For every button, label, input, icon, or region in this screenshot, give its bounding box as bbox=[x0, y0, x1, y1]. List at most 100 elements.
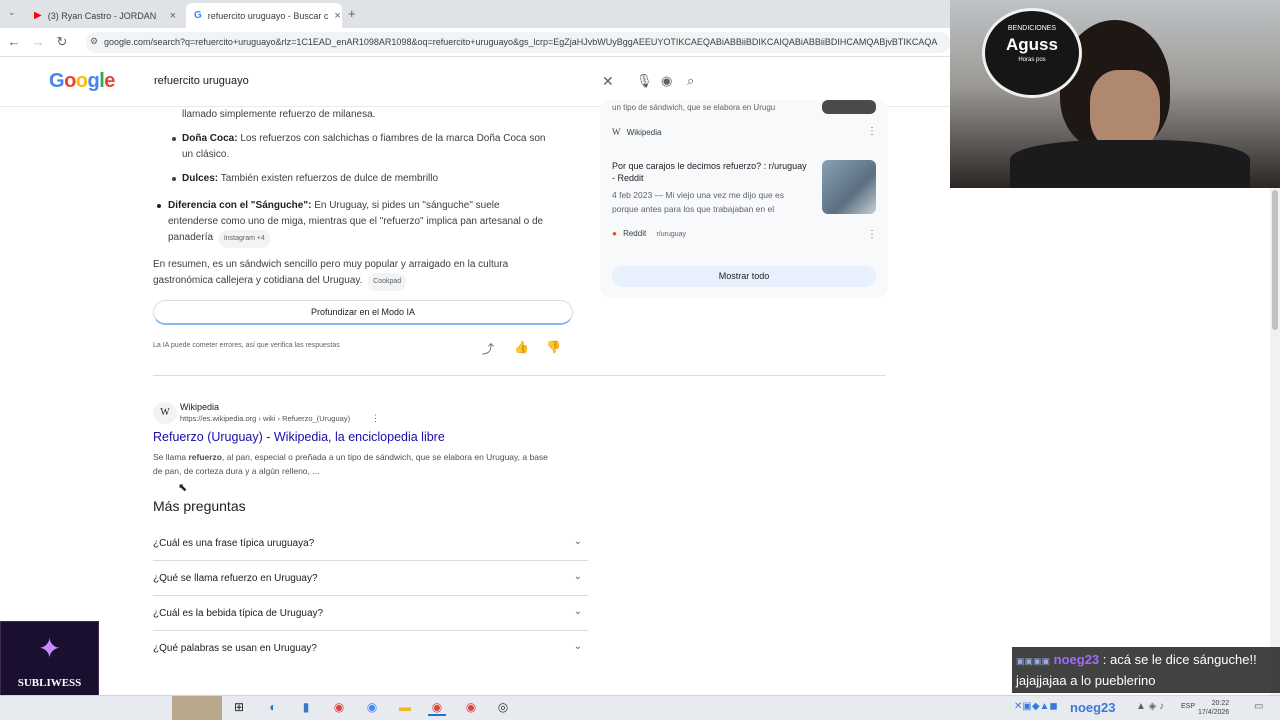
reddit-snippet: 4 feb 2023 — Mi viejo una vez me dijo qu… bbox=[612, 188, 817, 216]
thumbs-down-icon[interactable]: 👎 bbox=[546, 340, 561, 354]
source-name: Reddit bbox=[623, 229, 647, 238]
close-tab-icon[interactable]: × bbox=[334, 10, 340, 22]
result-url[interactable]: https://es.wikipedia.org › wiki › Refuer… bbox=[180, 414, 350, 423]
result-site-name[interactable]: Wikipedia bbox=[180, 402, 219, 412]
chat-badges-icon: ▣▣▣▣ bbox=[1016, 656, 1051, 666]
source-chip[interactable]: Cookpad bbox=[368, 273, 407, 291]
source-snippet: un tipo de sándwich, que se elabora en U… bbox=[612, 103, 776, 112]
streamer-face bbox=[1090, 70, 1160, 150]
crane-icon: ✦ bbox=[37, 633, 62, 664]
ai-item-diferencia: Diferencia con el "Sánguche": En Uruguay… bbox=[168, 198, 588, 248]
chrome-icon[interactable]: ◉ bbox=[462, 700, 480, 714]
tab-title: (3) Ryan Castro - JORDAN bbox=[47, 10, 157, 21]
reload-icon[interactable]: ↻ bbox=[54, 34, 70, 50]
chevron-down-icon[interactable]: ⌄ bbox=[574, 641, 582, 652]
source-name: Wikipedia bbox=[626, 128, 662, 137]
obs-icon[interactable]: ◎ bbox=[494, 700, 512, 714]
paa-question: ¿Qué palabras se usan en Uruguay? bbox=[153, 643, 317, 654]
ai-summary: En resumen, es un sándwich sencillo pero… bbox=[153, 257, 573, 291]
text: panadería bbox=[168, 232, 214, 243]
close-tab-icon[interactable]: × bbox=[170, 10, 176, 22]
browser-tab-bar: ⌄ ▶ (3) Ryan Castro - JORDAN × G refuerc… bbox=[0, 0, 950, 28]
site-info-icon[interactable]: ⚙ bbox=[90, 36, 98, 47]
forward-icon[interactable]: → bbox=[30, 34, 46, 49]
new-tab-icon[interactable]: + bbox=[348, 6, 356, 21]
badge-name: Aguss bbox=[1006, 35, 1058, 54]
show-all-button[interactable]: Mostrar todo bbox=[612, 266, 876, 287]
paa-item[interactable]: ¿Cuál es una frase típica uruguaya? ⌄ bbox=[153, 526, 588, 561]
tab-google[interactable]: G refuercito uruguayo - Buscar c × bbox=[186, 3, 342, 28]
lens-icon[interactable]: ◉ bbox=[661, 73, 672, 89]
language-indicator[interactable]: ESP bbox=[1181, 703, 1195, 710]
search-input[interactable]: refuercito uruguayo bbox=[154, 75, 249, 87]
app-icon[interactable]: ▮ bbox=[297, 700, 315, 714]
youtube-icon: ▶ bbox=[34, 10, 42, 21]
back-icon[interactable]: ← bbox=[6, 34, 22, 49]
clear-icon[interactable]: ✕ bbox=[602, 73, 614, 90]
paa-question: ¿Cuál es la bebida típica de Uruguay? bbox=[153, 608, 324, 619]
paa-item[interactable]: ¿Qué se llama refuerzo en Uruguay? ⌄ bbox=[153, 561, 588, 596]
text: de pan, de corteza dura y a algún rellen… bbox=[153, 466, 320, 476]
tab-youtube[interactable]: ▶ (3) Ryan Castro - JORDAN × bbox=[26, 3, 184, 28]
more-options-icon[interactable]: ⋮ bbox=[371, 413, 380, 424]
microphone-icon[interactable]: 🎙 bbox=[636, 73, 653, 89]
clock[interactable]: 20:22 17/4/2026 bbox=[1198, 699, 1229, 717]
paa-heading: Más preguntas bbox=[153, 498, 246, 514]
streamer-badge-logo: BENDICIONES Aguss Horas pos bbox=[982, 8, 1082, 98]
clock-time: 20:22 bbox=[1211, 700, 1230, 707]
text: Los refuerzos con salchichas o fiambres … bbox=[240, 133, 546, 144]
reddit-thumbnail[interactable] bbox=[822, 160, 876, 214]
chrome-active-icon[interactable]: ◉ bbox=[428, 700, 446, 716]
address-bar: ← → ↻ ⚙ google.com/search?q=refuercito+u… bbox=[0, 28, 950, 57]
tray-system-icons[interactable]: ▲ ◈ ♪ bbox=[1136, 701, 1164, 712]
chevron-down-icon[interactable]: ⌄ bbox=[574, 571, 582, 582]
text: - Reddit bbox=[612, 173, 644, 183]
chrome-icon[interactable]: ◉ bbox=[330, 700, 348, 714]
label: Doña Coca: bbox=[182, 133, 238, 144]
source-chip[interactable]: Instagram +4 bbox=[218, 230, 270, 248]
chevron-down-icon[interactable]: ⌄ bbox=[574, 536, 582, 547]
label: Dulces: bbox=[182, 173, 219, 184]
search-highlight-image[interactable] bbox=[172, 696, 222, 720]
more-options-icon[interactable]: ⋮ bbox=[867, 229, 877, 240]
tray-icons[interactable]: ✕▣◆▲◼ bbox=[1014, 701, 1058, 712]
chevron-down-icon[interactable]: ⌄ bbox=[574, 606, 582, 617]
text: entenderse como uno de miga, mientras qu… bbox=[168, 216, 544, 227]
paa-item[interactable]: ¿Cuál es la bebida típica de Uruguay? ⌄ bbox=[153, 596, 588, 631]
overlay-logo-text: SUBLIWESS bbox=[17, 677, 82, 689]
deepen-ai-mode-button[interactable]: Profundizar en el Modo IA bbox=[153, 300, 573, 325]
notification-icon[interactable]: ▭ bbox=[1254, 701, 1263, 712]
file-explorer-icon[interactable]: ▬ bbox=[396, 700, 414, 714]
more-options-icon[interactable]: ⋮ bbox=[867, 126, 877, 137]
result-title-link[interactable]: Refuerzo (Uruguay) - Wikipedia, la encic… bbox=[153, 430, 445, 444]
task-view-icon[interactable]: ⊞ bbox=[230, 700, 248, 714]
paa-item[interactable]: ¿Qué palabras se usan en Uruguay? ⌄ bbox=[153, 631, 588, 666]
source-wikipedia[interactable]: W Wikipedia bbox=[612, 127, 661, 137]
tab-title: refuercito uruguayo - Buscar c bbox=[207, 10, 329, 21]
chat-message-overlay: ▣▣▣▣ noeg23 : acá se le dice sánguche!! … bbox=[1012, 647, 1280, 693]
thumbs-up-icon[interactable]: 👍 bbox=[514, 340, 529, 354]
url-field[interactable]: ⚙ google.com/search?q=refuercito+uruguay… bbox=[86, 32, 950, 53]
chrome-icon[interactable]: ◉ bbox=[363, 700, 381, 714]
source-thumbnail[interactable] bbox=[822, 100, 876, 114]
scrollbar-thumb[interactable] bbox=[1272, 190, 1278, 330]
windows-taskbar: ⊞ ◐ ▮ ◉ ◉ ▬ ◉ ◉ ◎ ✕▣◆▲◼ noeg23 ▲ ◈ ♪ ESP… bbox=[0, 695, 1280, 720]
google-favicon-icon: G bbox=[194, 10, 202, 21]
reddit-title[interactable]: Por que carajos le decimos refuerzo? : r… bbox=[612, 160, 817, 184]
ai-text-milanesa: llamado simplemente refuerzo de milanesa… bbox=[182, 109, 376, 120]
text: En Uruguay, si pides un "sánguche" suele bbox=[314, 200, 500, 211]
text: Se llama bbox=[153, 452, 187, 462]
text: refuerzo bbox=[188, 452, 222, 462]
divider bbox=[153, 375, 886, 376]
ai-item-dulces: Dulces: También existen refuerzos de dul… bbox=[182, 171, 438, 187]
edge-icon[interactable]: ◐ bbox=[264, 700, 282, 714]
search-box[interactable]: refuercito uruguayo ✕ 🎙 ◉ ⌕ bbox=[140, 65, 714, 98]
tab-search-icon[interactable]: ⌄ bbox=[8, 7, 16, 18]
share-icon[interactable]: ⤴ bbox=[482, 340, 494, 357]
source-reddit[interactable]: ● Reddit r/uruguay bbox=[612, 229, 686, 238]
text: En resumen, es un sándwich sencillo pero… bbox=[153, 259, 509, 270]
ai-disclaimer: La IA puede cometer errores, así que ver… bbox=[153, 342, 340, 349]
google-logo[interactable]: Google bbox=[49, 70, 115, 93]
search-icon[interactable]: ⌕ bbox=[687, 73, 694, 89]
subreddit: r/uruguay bbox=[656, 231, 687, 238]
